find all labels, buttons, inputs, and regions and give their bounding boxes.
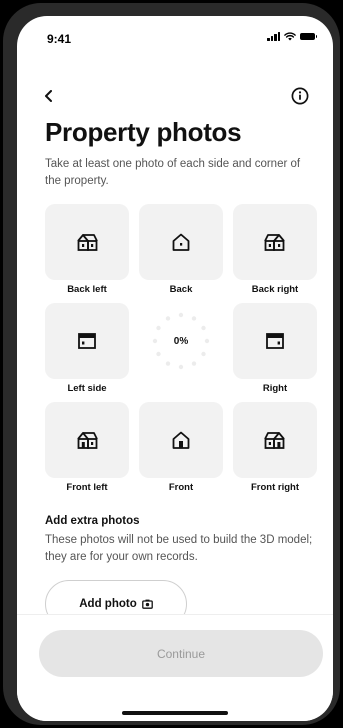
spinner-dot	[165, 361, 171, 366]
house-front-corner-icon	[264, 432, 285, 449]
tile-label: Front left	[66, 482, 108, 493]
device-frame: 9:41 Property photos Take at least one p…	[3, 3, 340, 725]
page-subtitle: Take at least one photo of each side and…	[45, 158, 301, 187]
photo-tile-front[interactable]	[139, 402, 223, 478]
house-back-icon	[172, 233, 190, 251]
camera-icon	[141, 599, 153, 609]
chevron-left-icon	[45, 90, 52, 102]
progress-spinner: 0%	[139, 303, 223, 379]
photo-tile-front-right[interactable]	[233, 402, 317, 478]
tile-label: Back right	[251, 284, 299, 295]
tile-back: Back	[139, 204, 223, 295]
tile-label: Right	[262, 383, 288, 394]
spinner-dot	[178, 364, 184, 370]
house-front-corner-icon	[77, 432, 98, 449]
home-indicator	[122, 711, 228, 715]
tile-back-right: Back right	[233, 204, 317, 295]
status-bar: 9:41	[17, 16, 333, 60]
extra-photos-title: Add extra photos	[45, 515, 140, 527]
wifi-icon	[284, 32, 296, 41]
spinner-dot	[201, 325, 206, 331]
photo-tile-back[interactable]	[139, 204, 223, 280]
spinner-dot	[191, 361, 197, 366]
tile-right: Right	[233, 303, 317, 394]
footer-bar: Continue	[17, 614, 333, 721]
photo-tile-front-left[interactable]	[45, 402, 129, 478]
battery-icon	[300, 33, 317, 40]
tile-label: Left side	[67, 383, 107, 394]
spinner-dot	[204, 338, 210, 344]
app-screen: 9:41 Property photos Take at least one p…	[17, 16, 333, 721]
spinner-dot	[191, 316, 197, 321]
tile-front-left: Front left	[45, 402, 129, 493]
signal-icon	[267, 32, 280, 41]
wall-side-icon	[78, 333, 96, 349]
spinner-dot	[178, 312, 184, 318]
wall-side-icon	[266, 333, 284, 349]
add-photo-label: Add photo	[79, 598, 137, 610]
info-button[interactable]	[291, 87, 309, 105]
tile-label: Back	[169, 284, 193, 295]
photo-tile-right[interactable]	[233, 303, 317, 379]
spinner-dot	[156, 325, 161, 331]
spinner-dot	[156, 351, 161, 357]
status-time: 9:41	[47, 32, 72, 46]
continue-button[interactable]: Continue	[39, 630, 323, 677]
spinner-dot	[165, 316, 171, 321]
extra-photos-description: These photos will not be used to build t…	[45, 534, 313, 563]
status-icons	[267, 32, 317, 41]
tile-front-right: Front right	[233, 402, 317, 493]
back-button[interactable]	[41, 88, 57, 104]
spinner-dot	[152, 338, 158, 344]
house-front-icon	[172, 431, 190, 449]
tile-label: Front	[168, 482, 194, 493]
tile-label: Back left	[67, 284, 107, 295]
photo-tile-back-left[interactable]	[45, 204, 129, 280]
photo-tile-back-right[interactable]	[233, 204, 317, 280]
house-corner-icon	[77, 234, 98, 251]
progress-percent: 0%	[173, 335, 189, 347]
tile-back-left: Back left	[45, 204, 129, 295]
spinner-dot	[201, 351, 206, 357]
info-circle-icon	[291, 87, 309, 105]
tile-label: Front right	[250, 482, 299, 493]
tile-front: Front	[139, 402, 223, 493]
tile-left-side: Left side	[45, 303, 129, 394]
page-title: Property photos	[45, 117, 242, 147]
photo-tile-left-side[interactable]	[45, 303, 129, 379]
house-corner-icon	[264, 234, 285, 251]
